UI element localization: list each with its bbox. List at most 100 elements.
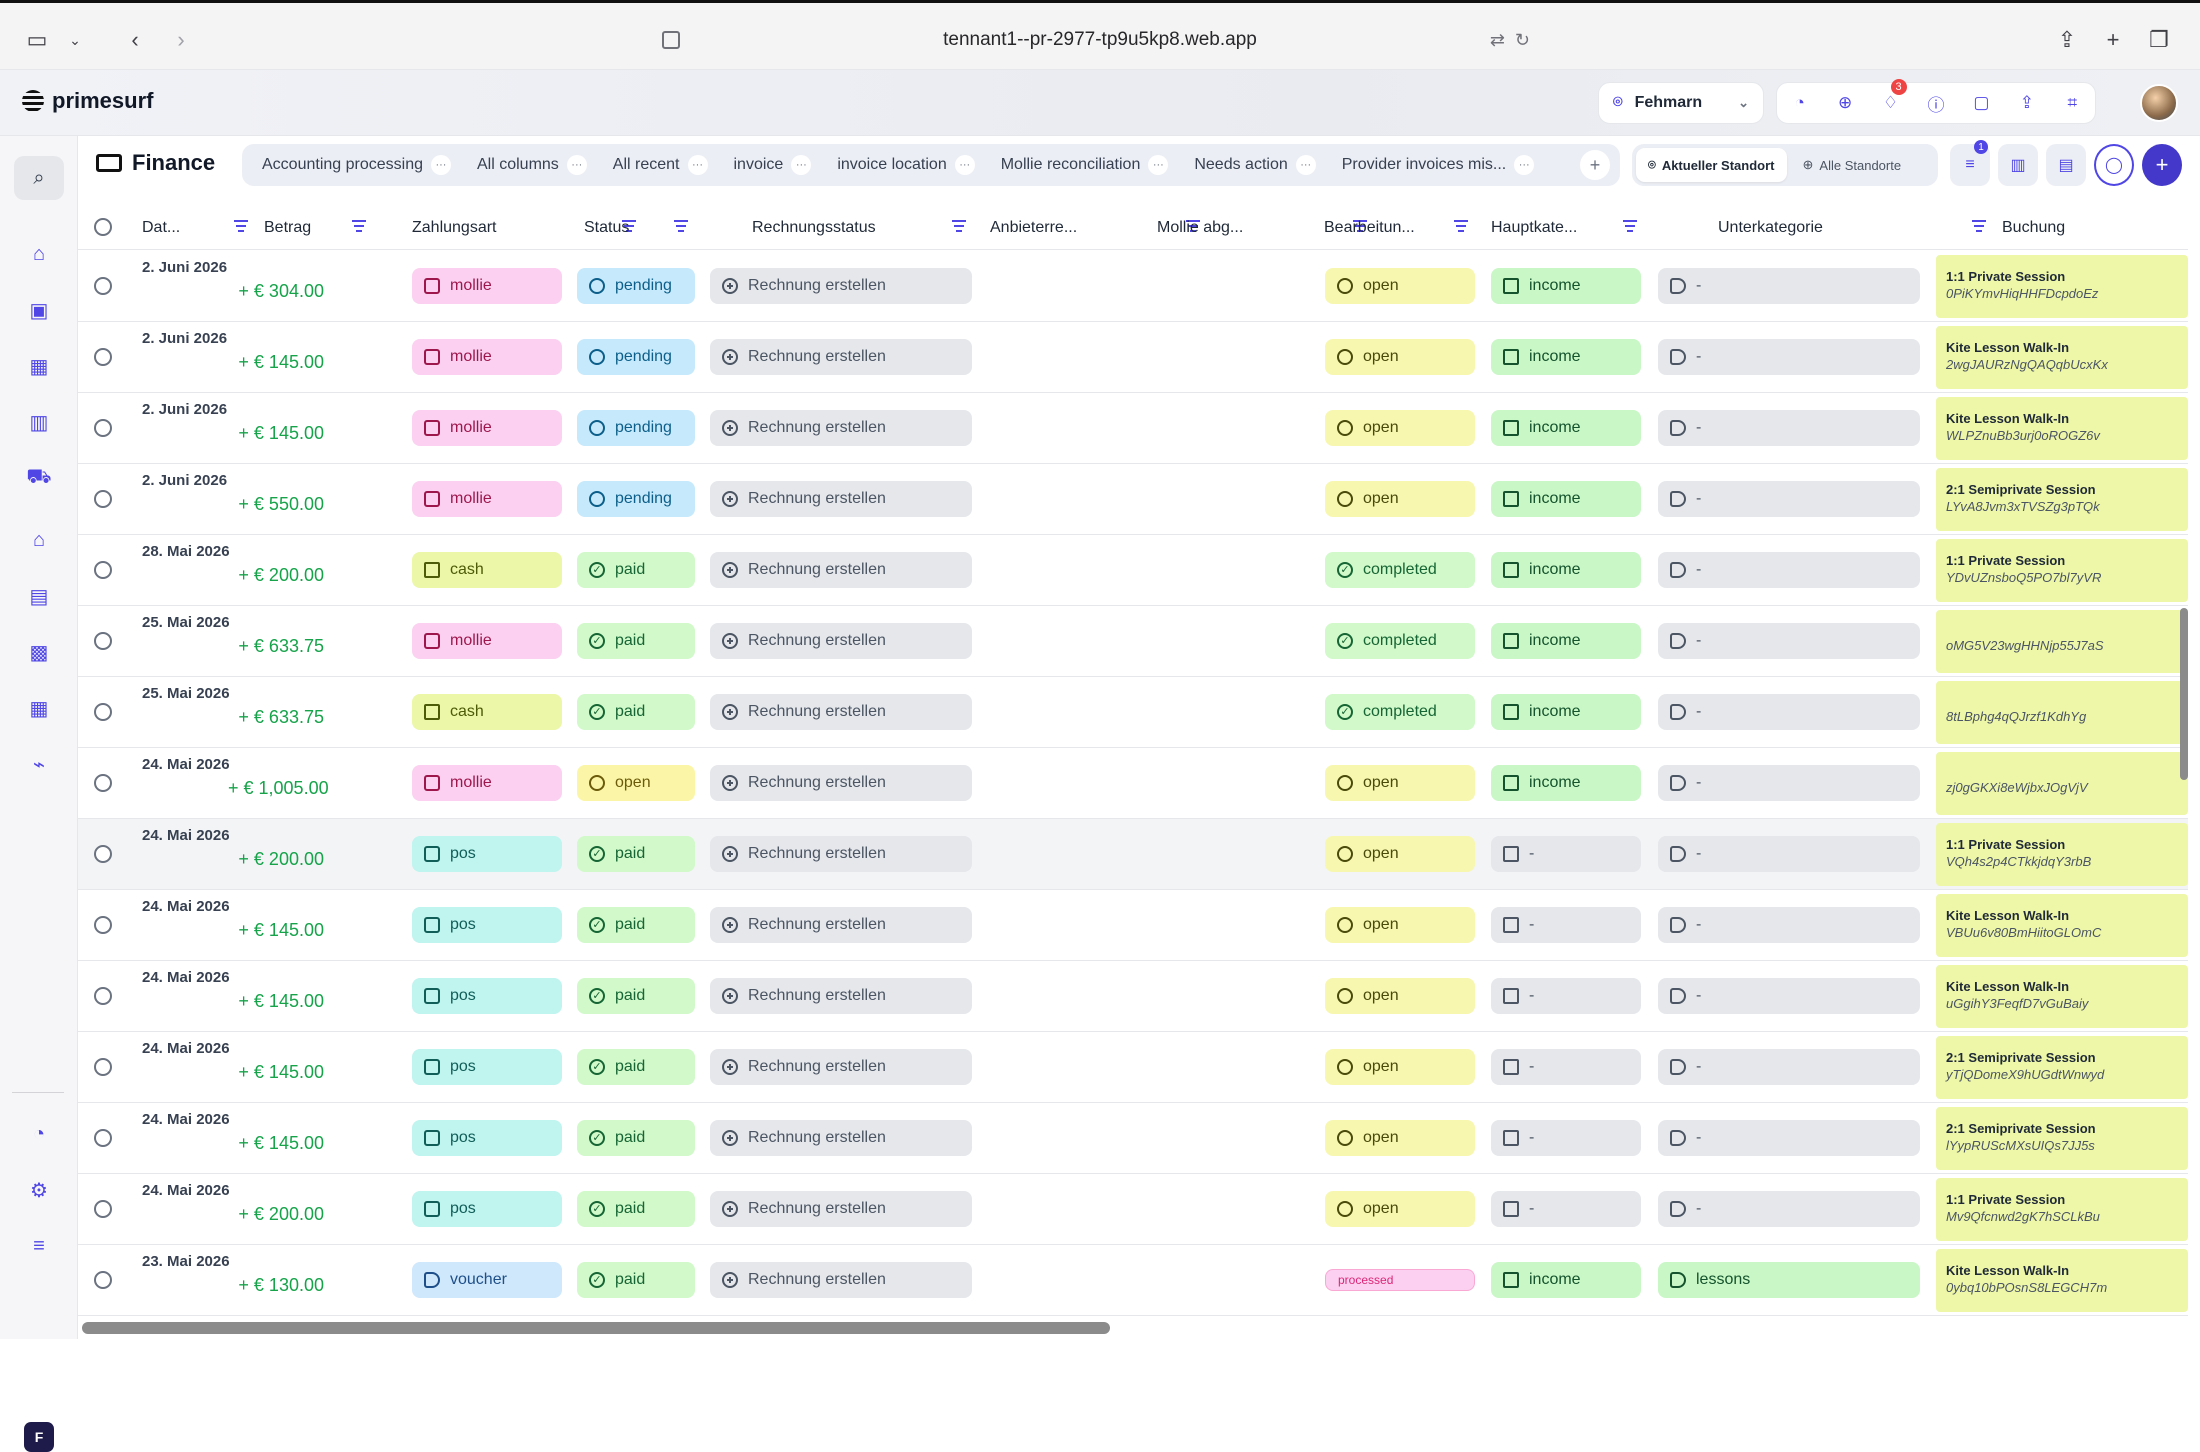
sliders-icon[interactable]: ≡: [14, 1224, 64, 1268]
address-bar[interactable]: tennant1--pr-2977-tp9u5kp8.web.app ⇄ ↻: [660, 19, 1540, 61]
status-badge[interactable]: paid: [577, 1191, 695, 1227]
tab-6[interactable]: Needs action ···: [1184, 148, 1325, 182]
tab-4[interactable]: invoice location ···: [827, 148, 984, 182]
scan-icon[interactable]: ⌗: [2058, 93, 2086, 113]
table-row[interactable]: 24. Mai 2026 + € 145.00 pos paid Rechnung er…: [78, 1103, 2188, 1174]
processing-badge[interactable]: completed: [1325, 552, 1475, 588]
payment-badge[interactable]: mollie: [412, 339, 562, 375]
processing-badge[interactable]: completed: [1325, 694, 1475, 730]
payment-badge[interactable]: pos: [412, 1049, 562, 1085]
main-category-badge[interactable]: -: [1491, 907, 1641, 943]
sub-category-badge[interactable]: -: [1658, 1049, 1920, 1085]
status-badge[interactable]: paid: [577, 623, 695, 659]
row-checkbox[interactable]: [94, 277, 112, 295]
payment-badge[interactable]: pos: [412, 836, 562, 872]
sub-category-badge[interactable]: -: [1658, 268, 1920, 304]
row-checkbox[interactable]: [94, 1200, 112, 1218]
row-checkbox[interactable]: [94, 987, 112, 1005]
payment-badge[interactable]: pos: [412, 1191, 562, 1227]
processing-badge[interactable]: open: [1325, 1049, 1475, 1085]
sub-category-badge[interactable]: -: [1658, 907, 1920, 943]
invoice-status-badge[interactable]: Rechnung erstellen: [710, 552, 972, 588]
row-checkbox[interactable]: [94, 703, 112, 721]
processing-badge[interactable]: open: [1325, 1191, 1475, 1227]
row-checkbox[interactable]: [94, 632, 112, 650]
processing-badge[interactable]: open: [1325, 907, 1475, 943]
row-checkbox[interactable]: [94, 774, 112, 792]
invoice-status-badge[interactable]: Rechnung erstellen: [710, 410, 972, 446]
filter-icon[interactable]: [1623, 220, 1637, 232]
invoice-status-badge[interactable]: Rechnung erstellen: [710, 1049, 972, 1085]
main-category-badge[interactable]: income: [1491, 552, 1641, 588]
invoice-status-badge[interactable]: Rechnung erstellen: [710, 1262, 972, 1298]
booking-cell[interactable]: 8tLBphg4qQJrzf1KdhYg: [1936, 681, 2188, 744]
location-selector[interactable]: ⌾ Fehmarn ⌄: [1598, 82, 1764, 124]
payment-badge[interactable]: cash: [412, 552, 562, 588]
home-icon[interactable]: ⌂: [14, 232, 64, 276]
processing-badge[interactable]: completed: [1325, 623, 1475, 659]
booking-cell[interactable]: Kite Lesson Walk-In WLPZnuBb3urj0oROGZ6v: [1936, 397, 2188, 460]
processing-badge[interactable]: open: [1325, 481, 1475, 517]
payment-badge[interactable]: mollie: [412, 410, 562, 446]
filter-icon[interactable]: [952, 220, 966, 232]
filter-icon[interactable]: [352, 220, 366, 232]
processing-badge[interactable]: open: [1325, 836, 1475, 872]
tab-5[interactable]: Mollie reconciliation ···: [991, 148, 1179, 182]
status-badge[interactable]: open: [577, 765, 695, 801]
row-checkbox[interactable]: [94, 845, 112, 863]
contacts-icon[interactable]: ▤: [14, 574, 64, 618]
table-row[interactable]: 2. Juni 2026 + € 550.00 mollie pending Rechn…: [78, 464, 2188, 535]
tab-7[interactable]: Provider invoices mis... ···: [1332, 148, 1545, 182]
sub-category-badge[interactable]: -: [1658, 694, 1920, 730]
invoice-status-badge[interactable]: Rechnung erstellen: [710, 268, 972, 304]
invoice-status-badge[interactable]: Rechnung erstellen: [710, 836, 972, 872]
table-row[interactable]: 24. Mai 2026 + € 1,005.00 mollie open Rechnu…: [78, 748, 2188, 819]
invoice-status-badge[interactable]: Rechnung erstellen: [710, 765, 972, 801]
row-checkbox[interactable]: [94, 1058, 112, 1076]
back-button[interactable]: ‹: [118, 25, 152, 55]
main-category-badge[interactable]: income: [1491, 410, 1641, 446]
main-category-badge[interactable]: -: [1491, 836, 1641, 872]
main-category-badge[interactable]: income: [1491, 339, 1641, 375]
sub-category-badge[interactable]: -: [1658, 481, 1920, 517]
chevron-down-icon[interactable]: ⌄: [58, 25, 92, 55]
sub-category-badge[interactable]: -: [1658, 1191, 1920, 1227]
history-icon[interactable]: ◔: [14, 1112, 64, 1156]
filter-icon[interactable]: [234, 220, 248, 232]
column-amount[interactable]: Betrag: [254, 206, 372, 250]
main-category-badge[interactable]: income: [1491, 481, 1641, 517]
main-category-badge[interactable]: -: [1491, 978, 1641, 1014]
more-icon[interactable]: ···: [791, 155, 812, 175]
payment-badge[interactable]: cash: [412, 694, 562, 730]
processing-badge[interactable]: processed: [1325, 1269, 1475, 1291]
column-sub-category[interactable]: Unterkategorie: [1694, 206, 1992, 250]
processing-badge[interactable]: open: [1325, 765, 1475, 801]
table-row[interactable]: 25. Mai 2026 + € 633.75 mollie paid Rechnung…: [78, 606, 2188, 677]
invoice-status-badge[interactable]: Rechnung erstellen: [710, 1191, 972, 1227]
archive-button[interactable]: ▤: [2046, 144, 2086, 186]
processing-badge[interactable]: open: [1325, 410, 1475, 446]
tab-overview-icon[interactable]: ❐: [2142, 25, 2176, 55]
row-checkbox[interactable]: [94, 490, 112, 508]
status-badge[interactable]: pending: [577, 410, 695, 446]
row-checkbox[interactable]: [94, 348, 112, 366]
main-category-badge[interactable]: income: [1491, 268, 1641, 304]
booking-cell[interactable]: oMG5V23wgHHNjp55J7aS: [1936, 610, 2188, 673]
brand-logo[interactable]: primesurf: [22, 88, 153, 114]
table-row[interactable]: 25. Mai 2026 + € 633.75 cash paid Rechnung e…: [78, 677, 2188, 748]
status-badge[interactable]: pending: [577, 268, 695, 304]
invoice-status-badge[interactable]: Rechnung erstellen: [710, 339, 972, 375]
more-icon[interactable]: ···: [687, 155, 708, 175]
booking-cell[interactable]: Kite Lesson Walk-In uGgihY3FeqfD7vGuBaiy: [1936, 965, 2188, 1028]
processing-badge[interactable]: open: [1325, 268, 1475, 304]
filter-button[interactable]: ≡ 1: [1950, 140, 1990, 186]
status-badge[interactable]: paid: [577, 907, 695, 943]
cart-icon[interactable]: ⛟: [14, 456, 64, 500]
main-category-badge[interactable]: income: [1491, 623, 1641, 659]
search-icon[interactable]: ⌕: [14, 156, 64, 200]
chat-icon[interactable]: ▢: [1967, 93, 1995, 113]
forward-button[interactable]: ›: [164, 25, 198, 55]
main-category-badge[interactable]: income: [1491, 1262, 1641, 1298]
payment-badge[interactable]: mollie: [412, 481, 562, 517]
dashboard-icon[interactable]: ▣: [14, 288, 64, 332]
